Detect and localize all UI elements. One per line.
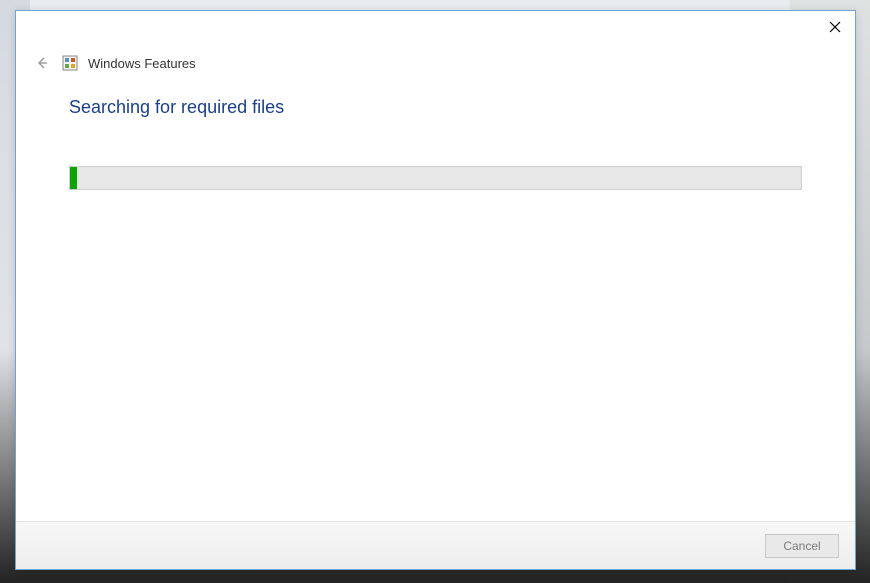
status-heading: Searching for required files (69, 97, 802, 118)
dialog-header: Windows Features (16, 45, 855, 87)
windows-features-dialog: Windows Features Searching for required … (15, 10, 856, 570)
cancel-button[interactable]: Cancel (765, 534, 839, 558)
dialog-title: Windows Features (88, 56, 196, 71)
close-icon (829, 21, 841, 33)
dialog-footer: Cancel (16, 521, 855, 569)
titlebar (16, 11, 855, 45)
arrow-left-icon (34, 55, 50, 71)
dialog-content: Searching for required files (16, 87, 855, 521)
close-button[interactable] (825, 17, 845, 37)
windows-features-icon (62, 55, 78, 71)
back-button[interactable] (32, 53, 52, 73)
progress-bar (69, 166, 802, 190)
progress-bar-fill (70, 167, 77, 189)
